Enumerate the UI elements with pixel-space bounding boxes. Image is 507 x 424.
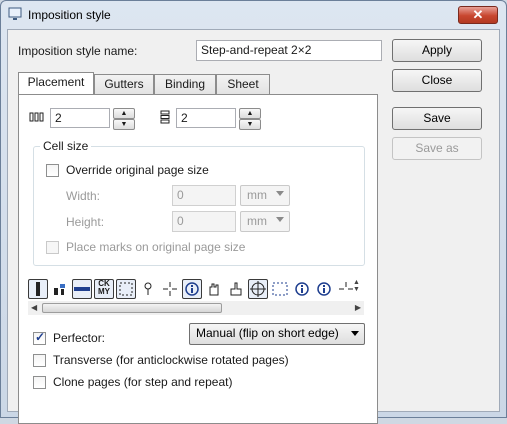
perfector-mode-select[interactable]: Manual (flip on short edge): [189, 323, 365, 345]
height-label: Height:: [66, 215, 105, 229]
columns-spinner[interactable]: ▲ ▼: [113, 108, 135, 130]
toolbar-scrollbar[interactable]: ◀ ▶: [28, 301, 364, 315]
spin-up-icon[interactable]: ▲: [113, 108, 135, 119]
cmyk-label: CK MY: [98, 279, 110, 296]
clone-pages-label: Clone pages (for step and repeat): [53, 375, 233, 389]
tab-binding[interactable]: Binding: [154, 74, 216, 94]
dialog-body: Imposition style name: Step-and-repeat 2…: [7, 29, 500, 424]
height-value: 0: [177, 214, 184, 228]
save-button[interactable]: Save: [392, 107, 482, 130]
dropdown-arrow-icon: [351, 331, 359, 336]
height-unit-select[interactable]: mm: [240, 211, 290, 232]
tab-sheet[interactable]: Sheet: [216, 74, 270, 94]
perfector-mode-value: Manual (flip on short edge): [196, 326, 339, 340]
width-unit-value: mm: [247, 188, 267, 202]
dropdown-arrow-icon: [276, 217, 284, 222]
height-input[interactable]: 0: [172, 211, 236, 232]
width-unit-select[interactable]: mm: [240, 185, 290, 206]
transverse-label: Transverse (for anticlockwise rotated pa…: [53, 353, 289, 367]
info-icon[interactable]: [182, 279, 202, 299]
style-name-input[interactable]: Step-and-repeat 2×2: [196, 40, 382, 61]
dropdown-arrow-icon: [276, 191, 284, 196]
rows-icon: [160, 110, 170, 124]
width-label: Width:: [66, 189, 101, 203]
fold-marks-icon[interactable]: [72, 279, 92, 299]
dashed-frame-icon[interactable]: [116, 279, 136, 299]
perfector-label: Perfector:: [53, 331, 106, 345]
info-circle-icon[interactable]: [292, 279, 312, 299]
height-unit-value: mm: [247, 214, 267, 228]
rows-spinner[interactable]: ▲ ▼: [239, 108, 261, 130]
dashed-box-icon[interactable]: [270, 279, 290, 299]
transverse-checkbox[interactable]: [33, 354, 46, 367]
placement-panel: 2 ▲ ▼ 2 ▲ ▼ Cell size Override original …: [18, 94, 378, 424]
cell-size-group: Cell size Override original page size Wi…: [33, 139, 365, 266]
target-icon[interactable]: [248, 279, 268, 299]
scroll-thumb[interactable]: [42, 303, 222, 313]
window-close-button[interactable]: ✕: [458, 6, 498, 24]
spin-down-icon[interactable]: ▼: [113, 119, 135, 130]
rows-value: 2: [181, 111, 188, 125]
cmyk-marks-icon[interactable]: CK MY: [94, 279, 114, 299]
scroll-left-icon[interactable]: ◀: [31, 303, 37, 312]
cell-size-title: Cell size: [40, 139, 92, 153]
style-name-label: Imposition style name:: [18, 44, 138, 58]
rows-input[interactable]: 2: [176, 108, 236, 128]
info-circle-2-icon[interactable]: [314, 279, 334, 299]
override-size-label: Override original page size: [66, 163, 209, 177]
width-value: 0: [177, 188, 184, 202]
tab-gutters[interactable]: Gutters: [94, 74, 154, 94]
window-title: Imposition style: [28, 8, 111, 22]
style-name-value: Step-and-repeat 2×2: [201, 43, 312, 57]
place-marks-label: Place marks on original page size: [66, 240, 246, 254]
place-marks-checkbox[interactable]: [46, 241, 59, 254]
crop-marks-icon[interactable]: [28, 279, 48, 299]
chevron-up-icon[interactable]: ▲: [353, 279, 363, 286]
hand-icon[interactable]: [204, 279, 224, 299]
perfector-checkbox[interactable]: ✓: [33, 330, 46, 345]
check-icon: ✓: [35, 330, 46, 344]
chevron-down-icon[interactable]: ▼: [353, 286, 363, 293]
spin-up-icon[interactable]: ▲: [239, 108, 261, 119]
crosshair-icon[interactable]: [160, 279, 180, 299]
toolbar-spin-arrows[interactable]: ▲ ▼: [353, 279, 363, 301]
save-as-button[interactable]: Save as: [392, 137, 482, 160]
columns-value: 2: [55, 111, 62, 125]
tab-placement[interactable]: Placement: [18, 72, 94, 94]
columns-icon: [29, 112, 44, 122]
override-size-checkbox[interactable]: [46, 164, 59, 177]
scroll-right-icon[interactable]: ▶: [355, 303, 361, 312]
pin-icon[interactable]: [138, 279, 158, 299]
imposition-style-dialog: Imposition style ✕ Imposition style name…: [0, 0, 507, 424]
title-bar[interactable]: Imposition style ✕: [1, 1, 506, 29]
close-button[interactable]: Close: [392, 69, 482, 92]
hand-point-icon[interactable]: [226, 279, 246, 299]
monitor-icon: [8, 7, 22, 20]
width-input[interactable]: 0: [172, 185, 236, 206]
marks-toolbar: CK MY: [28, 277, 368, 303]
clone-pages-checkbox[interactable]: [33, 376, 46, 389]
spin-down-icon[interactable]: ▼: [239, 119, 261, 130]
apply-button[interactable]: Apply: [392, 39, 482, 62]
registration-icon[interactable]: [50, 279, 70, 299]
columns-input[interactable]: 2: [50, 108, 110, 128]
